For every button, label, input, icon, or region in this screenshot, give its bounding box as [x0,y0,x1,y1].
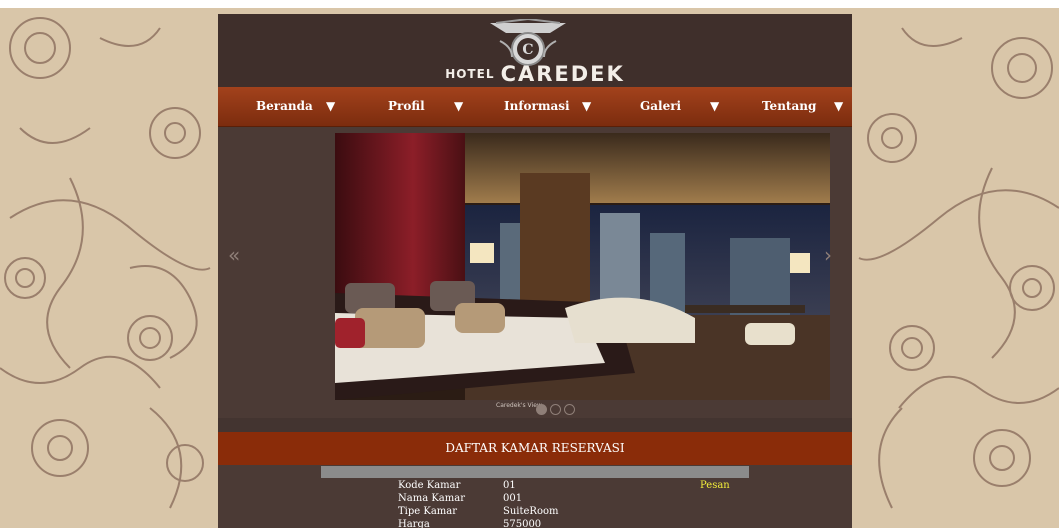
chevron-down-icon[interactable]: ▼ [454,87,463,126]
chevron-down-icon[interactable]: ▼ [710,87,719,126]
slider-dot-3[interactable] [564,404,575,415]
chevron-down-icon[interactable]: ▼ [834,87,843,126]
chevron-down-icon[interactable]: ▼ [582,87,591,126]
nav-item-label: Galeri [640,99,682,113]
field-label: Nama Kamar [398,493,465,504]
nav-item-label: Beranda [256,99,313,113]
nav-item-label: Informasi [504,99,570,113]
section-title: DAFTAR KAMAR RESERVASI [218,432,852,465]
slider-prev-arrow[interactable]: « [228,243,240,267]
slide-caption: Caredek's View [496,402,542,409]
site-header: C HOTEL CAREDEK [218,14,852,87]
field-value: 575000 [503,519,542,530]
slide-image [335,133,830,400]
hotel-logo: HOTEL CAREDEK [218,62,852,86]
emblem-letter: C [522,42,533,58]
nav-item-galeri[interactable]: Galeri [640,87,681,126]
table-header-bar [321,466,749,478]
nav-item-profil[interactable]: Profil [388,87,425,126]
image-slider: « › Caredek's View [218,128,852,418]
slider-dot-1[interactable] [536,404,547,415]
field-value: SuiteRoom [503,506,559,517]
field-value: 001 [503,493,523,504]
field-value: 01 [503,480,516,491]
section-divider [218,418,852,432]
field-label: Harga [398,519,430,530]
nav-item-tentang[interactable]: Tentang [762,87,816,126]
nav-item-informasi[interactable]: Informasi [504,87,570,126]
nav-item-beranda[interactable]: Beranda [256,87,313,126]
logo-prefix: HOTEL [445,67,495,81]
main-page: C HOTEL CAREDEK Beranda ▼ Profil ▼ Infor… [218,14,852,530]
slider-next-arrow[interactable]: › [824,243,832,267]
field-label: Tipe Kamar [398,506,458,517]
main-nav: Beranda ▼ Profil ▼ Informasi ▼ Galeri ▼ … [218,87,852,127]
field-label: Kode Kamar [398,480,461,491]
pesan-link[interactable]: Pesan [700,480,730,491]
nav-item-label: Profil [388,99,425,113]
nav-item-label: Tentang [762,99,817,113]
slider-dot-2[interactable] [550,404,561,415]
logo-name: CAREDEK [500,62,625,86]
chevron-down-icon[interactable]: ▼ [326,87,335,126]
